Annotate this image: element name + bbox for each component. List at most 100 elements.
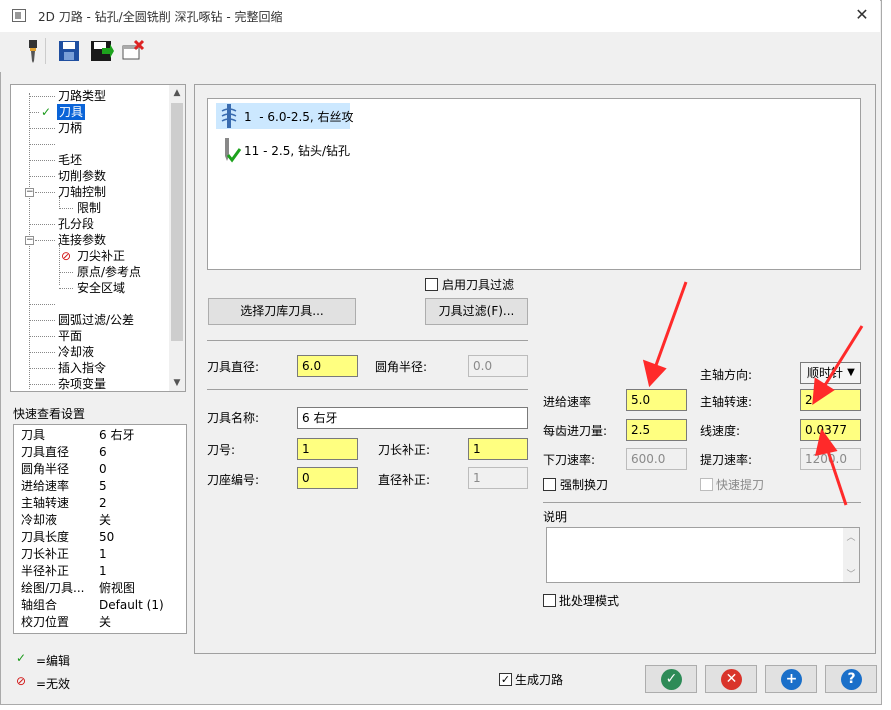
window-title: 2D 刀路 - 钻孔/全圆铣削 深孔啄钻 - 完整回缩 <box>38 10 283 24</box>
collapse-icon[interactable]: − <box>25 188 34 197</box>
tool-name-field[interactable]: 6 右牙 <box>297 407 528 429</box>
drill-check-icon <box>225 138 242 163</box>
comment-textarea[interactable]: ︿ ﹀ <box>546 527 860 583</box>
disabled-icon: ⊘ <box>61 249 72 263</box>
list-item[interactable]: 1 - 6.0-2.5, 右丝攻 <box>216 103 354 129</box>
tree-item-hole-segment[interactable]: 孔分段 <box>58 216 94 232</box>
tree-scrollbar[interactable]: ▲ ▼ <box>169 85 185 391</box>
tool-number-field[interactable]: 1 <box>297 438 358 460</box>
tree-connector <box>29 384 55 385</box>
help-button[interactable]: ? <box>825 665 877 693</box>
tree-item-holder[interactable]: 刀柄 <box>58 120 82 136</box>
tree-connector <box>29 112 39 113</box>
list-item: 冷却液关 <box>21 513 112 527</box>
tree-item-planes[interactable]: 平面 <box>58 328 82 344</box>
tool-list[interactable]: 1 - 6.0-2.5, 右丝攻 11 - 2.5, 钻头/钻孔 <box>207 98 861 270</box>
scroll-up-icon[interactable]: ▲ <box>169 85 185 101</box>
tree-item-misc-values[interactable]: 杂项变量 <box>58 376 106 391</box>
divider <box>543 502 861 503</box>
tree-connector <box>29 368 55 369</box>
tree-item-canned-text[interactable]: 插入指令 <box>58 360 106 376</box>
edited-check-icon: ✓ <box>16 651 27 665</box>
retract-rate-field[interactable]: 1200.0 <box>800 448 861 470</box>
delete-icon[interactable] <box>120 38 146 64</box>
list-item: 半径补正 1 <box>21 564 107 578</box>
save-icon[interactable] <box>56 38 82 64</box>
scroll-down-icon[interactable]: ▼ <box>169 375 185 391</box>
check-icon: ✓ <box>661 669 682 690</box>
tree-item-limits[interactable]: 限制 <box>77 200 101 216</box>
length-offset-field[interactable]: 1 <box>468 438 528 460</box>
generate-toolpath-label: 生成刀路 <box>515 673 564 687</box>
cancel-button[interactable]: ✕ <box>705 665 757 693</box>
diameter-offset-label: 直径补正: <box>378 473 431 487</box>
tool-diameter-label: 刀具直径: <box>207 360 260 374</box>
tree-item-arc-filter[interactable]: 圆弧过滤/公差 <box>58 312 134 328</box>
tree-connector <box>29 304 55 305</box>
list-item: 刀具长度 50 <box>21 530 115 544</box>
apply-button[interactable]: + <box>765 665 817 693</box>
select-library-button[interactable]: 选择刀库刀具... <box>208 298 356 325</box>
tree-item-stock[interactable]: 毛坯 <box>58 152 82 168</box>
tree-item-toolpath-type[interactable]: 刀路类型 <box>58 88 106 104</box>
scroll-up-icon[interactable]: ︿ <box>843 530 859 543</box>
rapid-retract-label: 快速提刀 <box>716 478 765 492</box>
ok-button[interactable]: ✓ <box>645 665 697 693</box>
tree-connector <box>29 96 55 97</box>
list-item: 刀长补正 1 <box>21 547 107 561</box>
corner-radius-field[interactable]: 0.0 <box>468 355 528 377</box>
quick-view-title: 快速查看设置 <box>13 407 86 421</box>
comment-scrollbar[interactable]: ︿ ﹀ <box>843 528 859 582</box>
plus-icon: + <box>781 669 802 690</box>
spindle-direction-label: 主轴方向: <box>700 368 753 382</box>
tree-item-axis-control[interactable]: 刀轴控制 <box>58 184 106 200</box>
tree-connector <box>59 288 73 289</box>
tool-filter-button[interactable]: 刀具过滤(F)... <box>425 298 528 325</box>
quick-view-panel: 刀具 6 右牙 刀具直径 6 圆角半径 0 进给速率 5 主轴转速 2 冷却液关 刀具长度… <box>13 424 187 634</box>
tool-number: 1 <box>244 110 252 124</box>
tree-item-coolant[interactable]: 冷却液 <box>58 344 94 360</box>
tree-item-safety-zone[interactable]: 安全区域 <box>77 280 125 296</box>
help-icon: ? <box>841 669 862 690</box>
diameter-offset-field[interactable]: 1 <box>468 467 528 489</box>
enable-filter-label: 启用刀具过滤 <box>442 278 515 292</box>
list-item: 校刀位置关 <box>21 615 112 629</box>
tree-item-home-ref[interactable]: 原点/参考点 <box>77 264 141 280</box>
holder-number-field[interactable]: 0 <box>297 467 358 489</box>
spindle-direction-value: 顺时针 <box>807 366 844 380</box>
list-item: 主轴转速 2 <box>21 496 107 510</box>
list-item[interactable]: 11 - 2.5, 钻头/钻孔 <box>216 137 350 163</box>
tool-description: - 2.5, 钻头/钻孔 <box>263 144 351 158</box>
divider <box>207 340 528 341</box>
scroll-down-icon[interactable]: ﹀ <box>843 567 859 580</box>
enable-filter-checkbox[interactable] <box>425 278 438 291</box>
batch-mode-checkbox[interactable] <box>543 594 556 607</box>
tree-connector <box>59 272 73 273</box>
tree-item-tool[interactable]: 刀具 <box>57 104 86 120</box>
drill-tool-icon[interactable] <box>20 38 46 64</box>
tree-item-linking-params[interactable]: 连接参数 <box>58 232 106 248</box>
collapse-icon[interactable]: − <box>25 236 34 245</box>
tree-item-tip-comp[interactable]: 刀尖补正 <box>77 248 125 264</box>
tool-diameter-field[interactable]: 6.0 <box>297 355 358 377</box>
surface-speed-field[interactable]: 0.0377 <box>800 419 861 441</box>
feed-rate-label: 进给速率 <box>543 395 592 409</box>
feed-per-tooth-label: 每齿进刀量: <box>543 424 608 438</box>
rapid-retract-checkbox[interactable] <box>700 478 713 491</box>
plunge-rate-field[interactable]: 600.0 <box>626 448 687 470</box>
tree-connector <box>59 245 60 285</box>
spindle-direction-select[interactable]: 顺时针 ▼ <box>800 362 861 384</box>
disabled-icon: ⊘ <box>16 674 27 688</box>
close-icon[interactable]: ✕ <box>850 4 874 26</box>
force-tool-change-checkbox[interactable] <box>543 478 556 491</box>
generate-toolpath-checkbox[interactable]: ✓ <box>499 673 512 686</box>
scroll-thumb[interactable] <box>171 103 183 341</box>
spindle-speed-field[interactable]: 2 <box>800 389 861 411</box>
tree-connector <box>35 240 55 241</box>
navigation-tree[interactable]: 刀路类型 ✓ 刀具 刀柄 毛坯 切削参数 − 刀轴控制 限制 孔分段 − 连接参… <box>10 84 186 392</box>
save-export-icon[interactable] <box>88 38 114 64</box>
tree-item-cut-params[interactable]: 切削参数 <box>58 168 106 184</box>
feed-per-tooth-field[interactable]: 2.5 <box>626 419 687 441</box>
feed-rate-field[interactable]: 5.0 <box>626 389 687 411</box>
tree-connector <box>29 224 55 225</box>
